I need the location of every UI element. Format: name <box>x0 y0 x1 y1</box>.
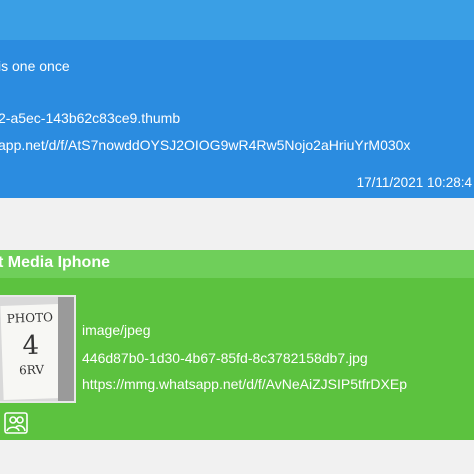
message-card-green[interactable]: PHOTO 4 6RV image/jpeg 446d87b0-1d30-4b6… <box>0 278 474 440</box>
attachment-url[interactable]: app.net/d/f/AtS7nowddOYSJ2OIOG9wR4Rw5Noj… <box>0 137 410 153</box>
thumbnail-shadow <box>58 297 74 401</box>
thumbnail-text-line: 4 <box>21 330 40 362</box>
message-body: is one once <box>0 58 70 74</box>
sender-name: t Media Iphone <box>0 254 110 271</box>
thumbnail-text-line: PHOTO <box>6 310 54 326</box>
message-header-green: t Media Iphone <box>0 250 474 278</box>
image-thumbnail[interactable]: PHOTO 4 6RV <box>0 295 76 403</box>
thumbnail-paper: PHOTO 4 6RV <box>0 304 62 400</box>
message-card-blue[interactable]: is one once 2-a5ec-143b62c83ce9.thumb ap… <box>0 40 474 198</box>
list-background <box>0 440 474 474</box>
attachment-filename: 2-a5ec-143b62c83ce9.thumb <box>0 110 181 126</box>
contact-icon[interactable] <box>4 412 28 434</box>
message-separator <box>0 198 474 250</box>
message-header-blue <box>0 0 474 40</box>
thumbnail-text-line: 6RV <box>18 362 45 378</box>
message-timestamp: 17/11/2021 10:28:4 <box>356 175 472 190</box>
attachment-mime-type: image/jpeg <box>82 322 151 338</box>
attachment-url[interactable]: https://mmg.whatsapp.net/d/f/AvNeAiZJSIP… <box>82 376 407 392</box>
attachment-filename: 446d87b0-1d30-4b67-85fd-8c3782158db7.jpg <box>82 350 368 366</box>
